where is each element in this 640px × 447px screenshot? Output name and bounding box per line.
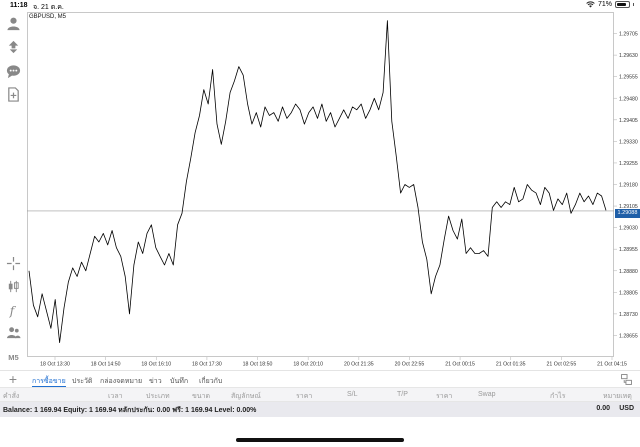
tab-history[interactable]: ประวัติ — [72, 376, 92, 387]
symbol-label: GBPUSD, M5 — [29, 14, 67, 20]
crosshair-icon[interactable] — [5, 255, 22, 272]
y-tick-label: 1.29180 — [619, 183, 638, 189]
y-tick-label: 1.29480 — [619, 96, 638, 102]
y-tick-label: 1.29630 — [619, 53, 638, 59]
y-tick-label: 1.28655 — [619, 333, 638, 339]
home-indicator — [236, 438, 404, 442]
function-icon[interactable]: f — [5, 302, 22, 319]
x-tick-label: 18 Oct 16:10 — [141, 362, 171, 368]
y-tick-label: 1.29255 — [619, 161, 638, 167]
tab-journal[interactable]: บันทึก — [170, 376, 188, 387]
y-tick-label: 1.29705 — [619, 32, 638, 38]
price-chart[interactable]: 1.29705 1.29630 1.29555 1.29480 1.29405 1.293… — [27, 12, 640, 369]
bar-type-icon[interactable] — [5, 278, 22, 295]
add-icon[interactable]: + — [6, 371, 20, 388]
left-toolbar: f M5 — [0, 12, 27, 372]
col-volume: ขนาด — [192, 393, 211, 400]
x-tick-label: 20 Oct 21:35 — [344, 362, 374, 368]
col-price: ราคา — [296, 393, 313, 400]
tab-news[interactable]: ข่าว — [149, 376, 162, 387]
y-tick-label: 1.28730 — [619, 312, 638, 318]
y-tick-label: 1.29030 — [619, 226, 638, 232]
x-tick-label: 21 Oct 00:15 — [445, 362, 475, 368]
price-series-line — [28, 20, 607, 344]
terminal-tab-bar: + การซื้อขาย ประวัติ กล่องจดหมาย ข่าว บั… — [0, 370, 640, 387]
resize-panel-icon[interactable] — [621, 374, 632, 385]
balance-summary: Balance: 1 169.94 Equity: 1 169.94 หลักป… — [3, 407, 257, 414]
balance-row: Balance: 1 169.94 Equity: 1 169.94 หลักป… — [0, 402, 640, 417]
y-tick-label: 1.29330 — [619, 139, 638, 145]
current-price-tag: 1.29088 — [615, 209, 640, 218]
col-profit: กำไร — [550, 393, 566, 400]
battery-level — [617, 3, 627, 6]
total-profit: 0.00 — [596, 405, 610, 412]
tab-about[interactable]: เกี่ยวกับ — [199, 376, 222, 387]
battery-percent: 71% — [597, 1, 612, 8]
x-tick-label: 18 Oct 14:50 — [91, 362, 121, 368]
col-tp: T/P — [397, 391, 408, 398]
x-tick-label: 18 Oct 18:50 — [243, 362, 273, 368]
add-document-icon[interactable] — [5, 86, 22, 103]
x-tick-label: 18 Oct 17:30 — [192, 362, 222, 368]
col-type: ประเภท — [146, 393, 170, 400]
status-time: 11:18 — [10, 2, 28, 9]
user-icon[interactable] — [5, 15, 22, 32]
x-tick-label: 18 Oct 13:30 — [40, 362, 70, 368]
col-current-price: ราคา — [436, 393, 453, 400]
trade-arrows-icon[interactable] — [5, 38, 22, 55]
wifi-icon — [586, 1, 595, 8]
y-tick-label: 1.28880 — [619, 269, 638, 275]
plot-frame — [27, 12, 614, 357]
y-tick-label: 1.29555 — [619, 75, 638, 81]
status-right: 71% — [586, 1, 634, 8]
col-order: คำสั่ง — [3, 393, 20, 400]
timeframe-button[interactable]: M5 — [5, 353, 22, 362]
users-icon[interactable] — [5, 324, 22, 341]
col-symbol: สัญลักษณ์ — [231, 393, 261, 400]
battery-icon — [615, 1, 630, 8]
y-tick-label: 1.28805 — [619, 290, 638, 296]
orders-table-header: คำสั่ง เวลา ประเภท ขนาด สัญลักษณ์ ราคา S… — [0, 387, 640, 402]
col-swap: Swap — [478, 391, 496, 398]
svg-text:f: f — [9, 304, 17, 318]
y-tick-label: 1.28955 — [619, 247, 638, 253]
account-currency: USD — [619, 405, 634, 412]
chat-icon[interactable] — [5, 63, 22, 80]
x-tick-label: 21 Oct 01:35 — [496, 362, 526, 368]
status-bar: 11:18 จ. 21 ต.ค. 71% — [0, 0, 640, 12]
mt5-screen: 11:18 จ. 21 ต.ค. 71% f M5 1.29705 1.2963… — [0, 0, 640, 447]
x-tick-label: 21 Oct 04:15 — [597, 362, 627, 368]
x-tick-label: 18 Oct 20:10 — [293, 362, 323, 368]
col-sl: S/L — [347, 391, 358, 398]
chart-area[interactable]: 1.29705 1.29630 1.29555 1.29480 1.29405 1.293… — [27, 12, 640, 369]
y-tick-label: 1.29405 — [619, 118, 638, 124]
x-tick-label: 21 Oct 02:55 — [547, 362, 577, 368]
battery-tip — [633, 3, 634, 6]
tab-mailbox[interactable]: กล่องจดหมาย — [100, 376, 142, 387]
col-comment: หมายเหตุ — [603, 393, 632, 400]
x-tick-label: 20 Oct 22:55 — [395, 362, 425, 368]
col-time: เวลา — [108, 393, 123, 400]
